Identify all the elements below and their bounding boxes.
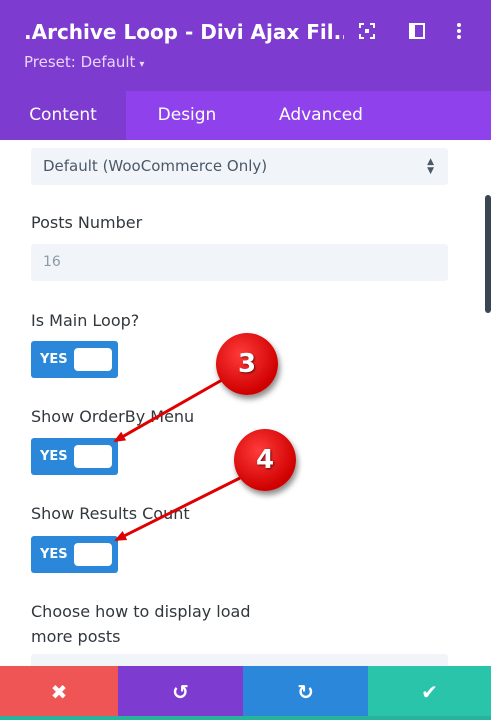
annotation-badge-3: 3 — [216, 333, 278, 395]
close-icon: ✖ — [50, 680, 68, 704]
annotation-arrow-3 — [113, 378, 223, 443]
annotation-badge-4: 4 — [234, 429, 296, 491]
redo-button[interactable]: ↻ — [243, 666, 368, 720]
undo-button[interactable]: ↺ — [118, 666, 243, 720]
save-button[interactable]: ✔ — [368, 666, 491, 720]
cancel-button[interactable]: ✖ — [0, 666, 118, 720]
bottom-strip — [0, 716, 491, 720]
undo-icon: ↺ — [172, 680, 189, 704]
annotation-arrow-4 — [114, 476, 241, 542]
check-icon: ✔ — [421, 680, 438, 704]
action-bar: ✖ ↺ ↻ ✔ — [0, 666, 491, 720]
redo-icon: ↻ — [297, 680, 314, 704]
